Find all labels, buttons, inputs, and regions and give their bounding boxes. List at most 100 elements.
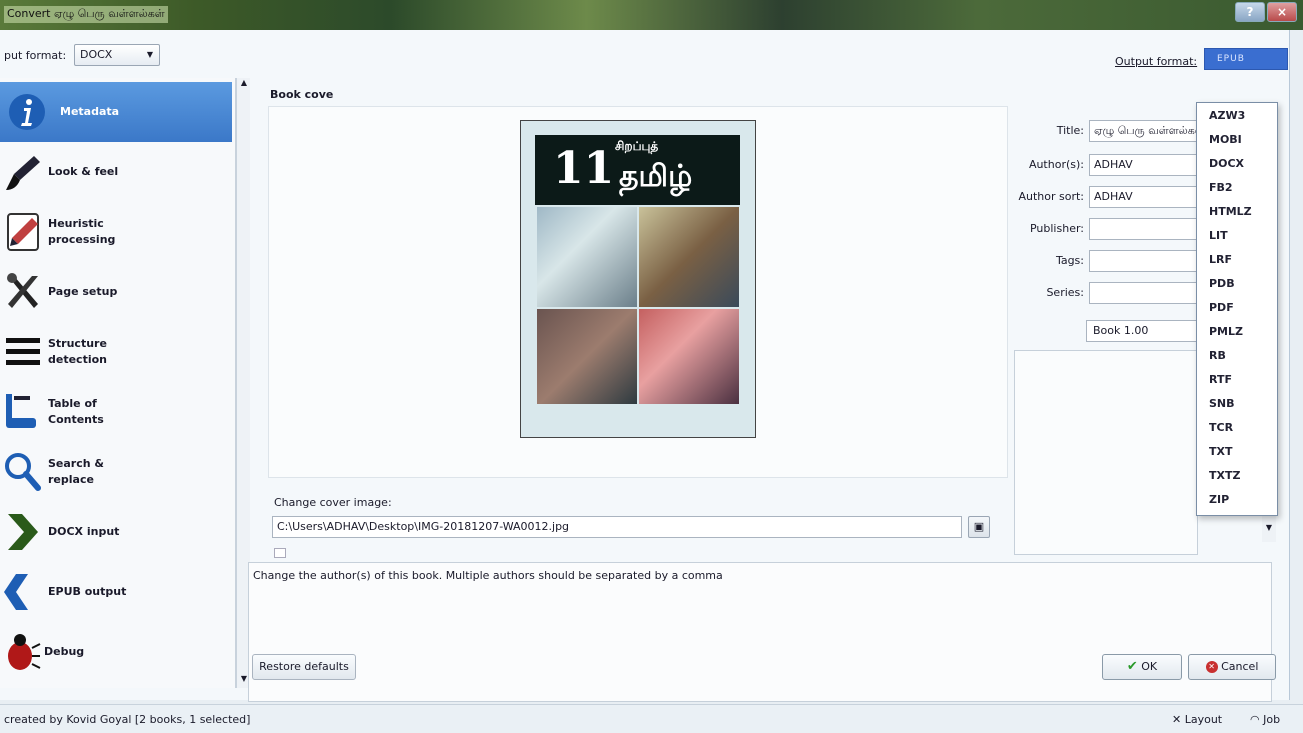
cover-image: 11 சிறப்புத் தமிழ்	[520, 120, 756, 438]
series-input[interactable]	[1089, 282, 1209, 304]
sidebar-item-debug[interactable]: Debug	[0, 622, 232, 682]
cover-panel	[639, 309, 739, 404]
title-input[interactable]: ஏழு பெரு வள்ளல்கள்	[1089, 120, 1209, 142]
cover-option-checkbox[interactable]	[274, 548, 286, 558]
sidebar-item-label: Look & feel	[48, 165, 119, 178]
sidebar-item-docx-input[interactable]: DOCX input	[0, 502, 232, 562]
format-option-fb2[interactable]: FB2	[1209, 181, 1233, 194]
format-option-mobi[interactable]: MOBI	[1209, 133, 1242, 146]
sidebar: Metadata Look & feel Heuristic processin…	[0, 78, 236, 688]
tools-icon	[7, 273, 38, 308]
format-option-tcr[interactable]: TCR	[1209, 421, 1233, 434]
format-option-rb[interactable]: RB	[1209, 349, 1226, 362]
help-text-box: Change the author(s) of this book. Multi…	[248, 562, 1272, 702]
sidebar-item-table-of-contents[interactable]: Table of Contents	[0, 382, 232, 442]
tags-input[interactable]	[1089, 250, 1209, 272]
input-format-value: DOCX	[80, 48, 113, 61]
format-option-pmlz[interactable]: PMLZ	[1209, 325, 1243, 338]
metadata-panel: Book cove 11 சிறப்புத் தமிழ் Change cove…	[248, 78, 1288, 702]
sidebar-item-label: Structure detection	[48, 337, 107, 366]
format-option-zip[interactable]: ZIP	[1209, 493, 1229, 506]
output-format-select[interactable]: EPUB	[1204, 48, 1288, 70]
checkmark-icon: ✔	[1126, 659, 1138, 674]
layout-button[interactable]: ✕ Layout	[1172, 713, 1222, 726]
series-number-input[interactable]: Book 1.00	[1086, 320, 1204, 342]
dropdown-arrow-icon: ▼	[146, 50, 153, 59]
cover-panel	[537, 207, 637, 307]
format-option-rtf[interactable]: RTF	[1209, 373, 1232, 386]
input-format-label: put format:	[4, 49, 67, 62]
ok-button[interactable]: ✔ OK	[1102, 654, 1182, 680]
info-icon	[9, 94, 45, 130]
help-button[interactable]: ?	[1235, 2, 1265, 22]
book-cover-label: Book cove	[270, 88, 334, 101]
magnifier-icon	[5, 453, 41, 491]
sidebar-item-metadata[interactable]: Metadata	[0, 82, 232, 142]
format-option-pdb[interactable]: PDB	[1209, 277, 1235, 290]
restore-defaults-button[interactable]: Restore defaults	[252, 654, 356, 680]
sidebar-item-label: Search & replace	[48, 457, 105, 486]
format-option-lit[interactable]: LIT	[1209, 229, 1228, 242]
cover-panel	[639, 207, 739, 307]
status-bar: created by Kovid Goyal [2 books, 1 selec…	[0, 704, 1303, 733]
format-option-pdf[interactable]: PDF	[1209, 301, 1234, 314]
close-button[interactable]: ×	[1267, 2, 1297, 22]
sidebar-item-epub-output[interactable]: EPUB output	[0, 562, 232, 622]
sidebar-item-look-and-feel[interactable]: Look & feel	[0, 142, 232, 202]
change-cover-label: Change cover image:	[274, 496, 392, 509]
folder-icon: ▣	[973, 520, 985, 533]
authors-input[interactable]: ADHAV	[1089, 154, 1209, 176]
format-option-lrf[interactable]: LRF	[1209, 253, 1232, 266]
scroll-up-icon[interactable]: ▲	[237, 78, 251, 92]
bug-icon	[8, 634, 41, 670]
format-option-azw3[interactable]: AZW3	[1209, 109, 1245, 122]
ok-label: OK	[1141, 660, 1158, 673]
scroll-down-icon[interactable]: ▼	[1262, 514, 1276, 542]
author-sort-input[interactable]: ADHAV	[1089, 186, 1209, 208]
brush-icon	[6, 156, 40, 190]
format-option-txtz[interactable]: TXTZ	[1209, 469, 1240, 482]
input-format-select[interactable]: DOCX ▼	[74, 44, 160, 66]
jobs-button[interactable]: ◠ Job	[1250, 713, 1280, 726]
layout-icon: ✕	[1172, 713, 1182, 726]
cover-title: தமிழ்	[619, 159, 693, 194]
jobs-label: Job	[1263, 713, 1281, 726]
cover-path-input[interactable]: C:\Users\ADHAV\Desktop\IMG-20181207-WA00…	[272, 516, 962, 538]
sidebar-item-label: Heuristic processing	[48, 217, 116, 246]
output-format-dropdown[interactable]: AZW3 MOBI DOCX FB2 HTMLZ LIT LRF PDB PDF…	[1196, 102, 1278, 516]
format-option-docx[interactable]: DOCX	[1209, 157, 1244, 170]
title-label: Title:	[1056, 124, 1084, 137]
format-option-txt[interactable]: TXT	[1209, 445, 1233, 458]
chevron-left-icon	[4, 574, 28, 610]
layout-label: Layout	[1184, 713, 1223, 726]
title-bar: Convert ஏழு பெரு வள்ளல்கள் ? ×	[0, 0, 1303, 30]
status-text: created by Kovid Goyal [2 books, 1 selec…	[4, 713, 251, 726]
sidebar-item-label: Table of Contents	[48, 397, 104, 426]
format-option-htmlz[interactable]: HTMLZ	[1209, 205, 1252, 218]
comments-box[interactable]	[1014, 350, 1198, 555]
sidebar-item-heuristic-processing[interactable]: Heuristic processing	[0, 202, 232, 262]
sidebar-item-structure-detection[interactable]: Structure detection	[0, 322, 232, 382]
chevron-right-icon	[8, 514, 38, 550]
publisher-label: Publisher:	[1029, 222, 1084, 235]
cancel-button[interactable]: ✕ Cancel	[1188, 654, 1276, 680]
list-icon	[6, 338, 40, 365]
sidebar-item-label: Debug	[44, 645, 85, 658]
sidebar-item-page-setup[interactable]: Page setup	[0, 262, 232, 322]
format-option-snb[interactable]: SNB	[1209, 397, 1235, 410]
authors-label: Author(s):	[1028, 158, 1084, 171]
sidebar-item-search-replace[interactable]: Search & replace	[0, 442, 232, 502]
author-sort-label: Author sort:	[1018, 190, 1084, 203]
cover-number: 11	[553, 143, 615, 194]
jobs-spinner-icon: ◠	[1250, 713, 1260, 726]
publisher-input[interactable]	[1089, 218, 1209, 240]
series-label: Series:	[1046, 286, 1084, 299]
eraser-icon	[7, 213, 39, 251]
sidebar-item-label: DOCX input	[48, 525, 120, 538]
output-format-label: Output format:	[1115, 55, 1198, 68]
sidebar-item-label: Page setup	[48, 285, 118, 298]
window-title: Convert ஏழு பெரு வள்ளல்கள்	[4, 6, 168, 23]
browse-cover-button[interactable]: ▣	[968, 516, 990, 538]
tags-label: Tags:	[1055, 254, 1084, 267]
cancel-icon: ✕	[1205, 661, 1218, 673]
